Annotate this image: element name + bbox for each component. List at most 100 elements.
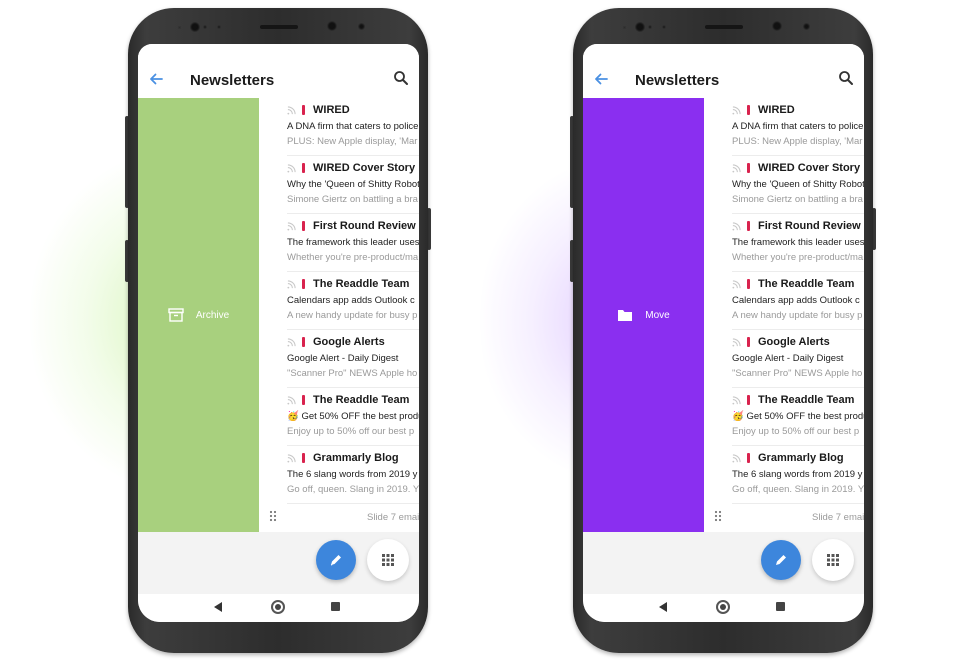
sensor-dot — [623, 26, 626, 29]
email-sender: WIRED Cover Story — [758, 162, 861, 174]
email-subject: Why the 'Queen of Shitty Robots' — [287, 179, 419, 190]
front-camera — [327, 21, 337, 31]
email-subject: Google Alert - Daily Digest — [732, 353, 844, 364]
email-item[interactable]: First Round Review The framework this le… — [732, 214, 864, 272]
email-item[interactable]: WIRED A DNA firm that caters to police P… — [732, 98, 864, 156]
phone-archive: Newsletters Archive WIRED A DNA firm tha… — [125, 8, 431, 653]
flag-icon — [302, 163, 305, 173]
email-item[interactable]: The Readdle Team 🥳 Get 50% OFF the best … — [287, 388, 419, 446]
email-sender: The Readdle Team — [313, 278, 410, 290]
email-subject: A DNA firm that caters to police — [732, 121, 864, 132]
email-subject: 🥳 Get 50% OFF the best produ — [287, 411, 419, 422]
email-sender: WIRED — [313, 104, 350, 116]
nav-home-icon[interactable] — [271, 600, 285, 614]
screen: Newsletters Archive WIRED A DNA firm tha… — [138, 44, 419, 622]
email-item[interactable]: The Readdle Team Calendars app adds Outl… — [732, 272, 864, 330]
email-sender: First Round Review — [758, 220, 861, 232]
back-arrow-icon[interactable] — [148, 71, 164, 87]
email-item[interactable]: WIRED A DNA firm that caters to police P… — [287, 98, 419, 156]
email-item[interactable]: Grammarly Blog The 6 slang words from 20… — [732, 446, 864, 504]
email-sender: The Readdle Team — [758, 394, 855, 406]
email-list: WIRED A DNA firm that caters to police P… — [259, 98, 419, 532]
email-preview: PLUS: New Apple display, 'Mar — [287, 136, 418, 147]
nav-home-icon[interactable] — [716, 600, 730, 614]
grid-icon — [382, 554, 394, 566]
email-subject: Calendars app adds Outlook c — [287, 295, 415, 306]
email-item[interactable]: Grammarly Blog The 6 slang words from 20… — [287, 446, 419, 504]
flag-icon — [747, 221, 750, 231]
bottom-action-area — [138, 532, 419, 594]
email-item[interactable]: Google Alerts Google Alert - Daily Diges… — [732, 330, 864, 388]
email-subject: The framework this leader uses — [287, 237, 419, 248]
sensor-dot — [662, 25, 666, 29]
front-sensor — [358, 23, 365, 30]
compose-button[interactable] — [316, 540, 356, 580]
rss-icon — [287, 395, 296, 405]
swipe-move-action[interactable]: Move — [583, 98, 704, 532]
rss-icon — [287, 163, 296, 173]
swipe-archive-action[interactable]: Archive — [138, 98, 259, 532]
email-preview: Enjoy up to 50% off our best p — [287, 426, 415, 437]
grid-icon — [827, 554, 839, 566]
flag-icon — [302, 105, 305, 115]
flag-icon — [302, 279, 305, 289]
email-preview: Enjoy up to 50% off our best p — [732, 426, 860, 437]
email-sender: First Round Review — [313, 220, 416, 232]
phone-top-bezel — [573, 8, 873, 44]
email-subject: A DNA firm that caters to police — [287, 121, 419, 132]
email-item[interactable]: The Readdle Team Calendars app adds Outl… — [287, 272, 419, 330]
rss-icon — [287, 337, 296, 347]
email-subject: The 6 slang words from 2019 y — [287, 469, 418, 480]
email-subject: The framework this leader uses — [732, 237, 864, 248]
email-list: WIRED A DNA firm that caters to police P… — [704, 98, 864, 532]
email-item[interactable]: The Readdle Team 🥳 Get 50% OFF the best … — [732, 388, 864, 446]
email-preview: Whether you're pre-product/ma — [732, 252, 864, 263]
screen: Newsletters Move WIRED A DNA firm that c… — [583, 44, 864, 622]
flag-icon — [302, 221, 305, 231]
email-preview: Whether you're pre-product/ma — [287, 252, 419, 263]
rss-icon — [732, 395, 741, 405]
email-preview: "Scanner Pro" NEWS Apple ho — [732, 368, 863, 379]
swipe-hint: Slide 7 emails — [367, 512, 419, 523]
email-preview: A new handy update for busy p — [287, 310, 418, 321]
rss-icon — [732, 337, 741, 347]
drag-handle-icon[interactable] — [269, 510, 277, 522]
front-camera — [772, 21, 782, 31]
compose-button[interactable] — [761, 540, 801, 580]
email-subject: Calendars app adds Outlook c — [732, 295, 860, 306]
flag-icon — [747, 105, 750, 115]
apps-grid-button[interactable] — [367, 539, 409, 581]
folder-icon — [618, 310, 633, 321]
android-nav-bar — [138, 594, 419, 622]
phone-top-bezel — [128, 8, 428, 44]
sensor-dot — [178, 26, 181, 29]
pencil-icon — [330, 555, 341, 566]
nav-recents-icon[interactable] — [331, 602, 340, 611]
email-item[interactable]: First Round Review The framework this le… — [287, 214, 419, 272]
swipe-action-label: Move — [645, 309, 670, 321]
nav-back-icon[interactable] — [659, 602, 667, 612]
rss-icon — [732, 163, 741, 173]
rss-icon — [732, 221, 741, 231]
pencil-icon — [776, 555, 786, 565]
email-preview: A new handy update for busy p — [732, 310, 863, 321]
nav-back-icon[interactable] — [214, 602, 222, 612]
rss-icon — [287, 221, 296, 231]
search-icon[interactable] — [393, 70, 409, 86]
email-item[interactable]: WIRED Cover Story Why the 'Queen of Shit… — [287, 156, 419, 214]
email-item[interactable]: Google Alerts Google Alert - Daily Diges… — [287, 330, 419, 388]
drag-handle-icon[interactable] — [714, 510, 722, 522]
flag-icon — [747, 337, 750, 347]
email-subject: Google Alert - Daily Digest — [287, 353, 399, 364]
phone-move: Newsletters Move WIRED A DNA firm that c… — [570, 8, 876, 653]
search-icon[interactable] — [838, 70, 854, 86]
page-title: Newsletters — [635, 72, 720, 89]
email-preview: Simone Giertz on battling a bra — [732, 194, 863, 205]
app-bar: Newsletters — [583, 44, 864, 98]
rss-icon — [287, 279, 296, 289]
apps-grid-button[interactable] — [812, 539, 854, 581]
earpiece-speaker — [260, 25, 298, 29]
nav-recents-icon[interactable] — [776, 602, 785, 611]
email-item[interactable]: WIRED Cover Story Why the 'Queen of Shit… — [732, 156, 864, 214]
back-arrow-icon[interactable] — [593, 71, 609, 87]
